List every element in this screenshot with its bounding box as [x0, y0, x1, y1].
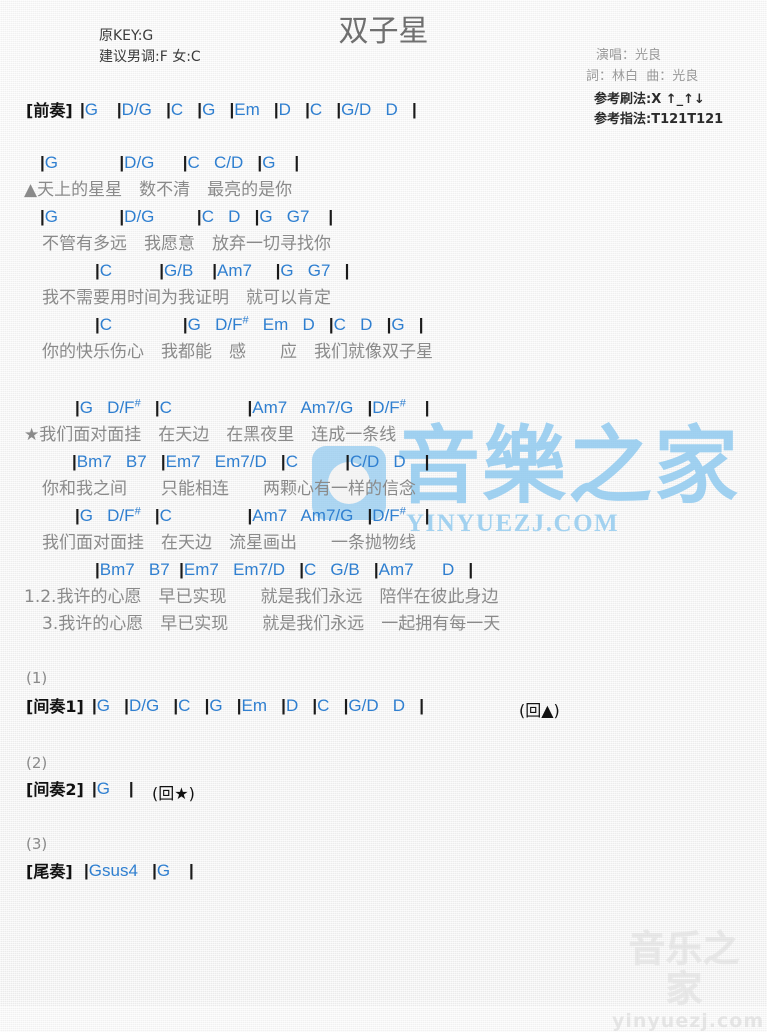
- chorus1-chord-line-2: |Bm7 B7 |Em7 Em7/D |C |C/D D |: [72, 452, 430, 471]
- fingerstyle-pattern: 参考指法:T121T121: [594, 112, 724, 127]
- return-to-chorus-marker: (回★): [152, 784, 195, 803]
- group-number-3: (3): [26, 835, 48, 853]
- section-label-interlude1: [间奏1]: [26, 697, 84, 716]
- chord-sheet: 双子星 原KEY:G 建议男调:F 女:C 演唱：光良 詞：林白 曲：光良 参考…: [0, 0, 767, 1007]
- verse1-lyric-1: ▲天上的星星 数不清 最亮的是你: [24, 180, 293, 200]
- original-key: 原KEY:G: [99, 28, 154, 44]
- group-number-1: (1): [26, 669, 48, 687]
- corner-watermark-en: yinyuezj.com: [612, 1010, 765, 1032]
- section-label-interlude2: [间奏2]: [26, 780, 84, 799]
- chorus2-chord-line-1: |G D/F# |C |Am7 Am7/G |D/F# |: [75, 505, 430, 525]
- chorus1-lyric-1: ★我们面对面挂 在天边 在黑夜里 连成一条线: [24, 425, 397, 445]
- verse1-chord-line-3: |C |G/B |Am7 |G G7 |: [95, 261, 350, 280]
- chorus2-lyric-1: 我们面对面挂 在天边 流星画出 一条抛物线: [42, 533, 416, 553]
- writer-credit: 詞：林白 曲：光良: [586, 69, 699, 84]
- chorus1-lyric-2: 你和我之间 只能相连 两颗心有一样的信念: [42, 479, 416, 499]
- verse1-lyric-4: 你的快乐伤心 我都能 感 应 我们就像双子星: [42, 342, 433, 362]
- verse1-chord-line-1: |G |D/G |C C/D |G |: [40, 153, 300, 172]
- outro-chord-line: |Gsus4 |G |: [84, 861, 194, 880]
- verse1-lyric-3: 我不需要用时间为我证明 就可以肯定: [42, 288, 331, 308]
- verse1-lyric-2: 不管有多远 我愿意 放弃一切寻找你: [42, 234, 331, 254]
- verse1-chord-line-2: |G |D/G |C D |G G7 |: [40, 207, 334, 226]
- section-label-outro: [尾奏]: [26, 862, 73, 881]
- interlude2-chord-line: |G |: [92, 779, 134, 798]
- group-number-2: (2): [26, 754, 48, 772]
- chorus2-lyric-2: 1.2.我许的心愿 早已实现 就是我们永远 陪伴在彼此身边: [24, 587, 499, 607]
- chorus2-chord-line-2: |Bm7 B7 |Em7 Em7/D |C G/B |Am7 D |: [95, 560, 474, 579]
- chorus1-chord-line-1: |G D/F# |C |Am7 Am7/G |D/F# |: [75, 397, 430, 417]
- strum-pattern: 参考刷法:X ↑_↑↓: [594, 92, 705, 107]
- return-to-verse-marker: (回▲): [519, 701, 560, 720]
- suggested-key: 建议男调:F 女:C: [99, 49, 201, 65]
- interlude1-chord-line: |G |D/G |C |G |Em |D |C |G/D D |: [92, 696, 424, 715]
- verse1-chord-line-4: |C |G D/F# Em D |C D |G |: [95, 314, 424, 334]
- prelude-chord-line: |G |D/G |C |G |Em |D |C |G/D D |: [80, 100, 417, 119]
- section-label-prelude: [前奏]: [26, 101, 73, 120]
- singer-credit: 演唱：光良: [596, 48, 662, 63]
- chorus2-lyric-3: 3.我许的心愿 早已实现 就是我们永远 一起拥有每一天: [42, 614, 501, 634]
